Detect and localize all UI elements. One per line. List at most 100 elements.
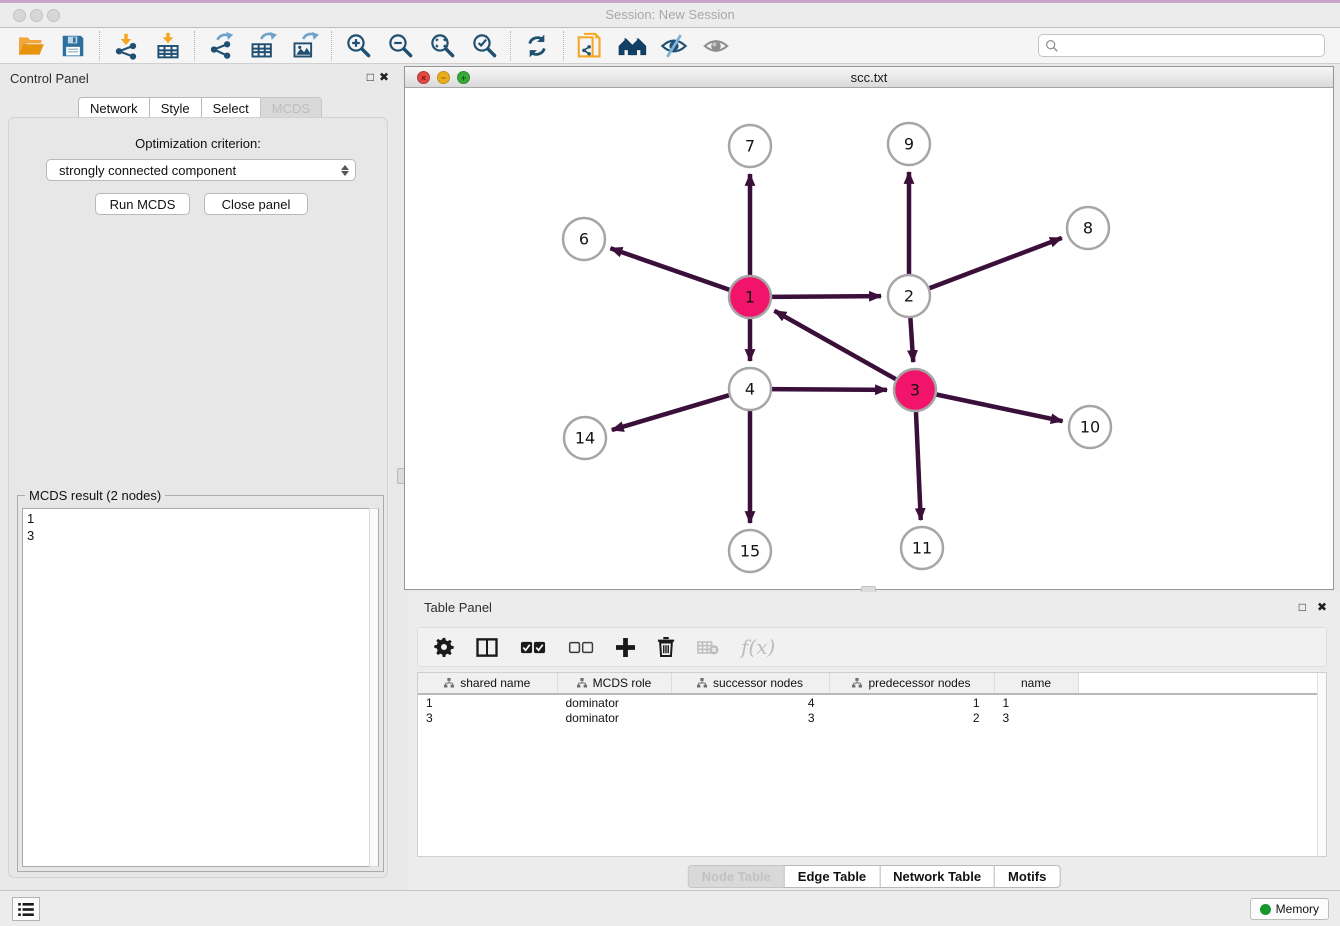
table-row[interactable]: 1dominator411 (418, 694, 1326, 710)
graph-edge-3-10[interactable] (935, 394, 1063, 421)
refresh-icon[interactable] (516, 30, 558, 62)
criterion-select[interactable]: strongly connected component (46, 159, 356, 181)
split-view-icon[interactable] (476, 634, 498, 660)
table-cell[interactable]: 1 (418, 694, 557, 710)
zoom-fit-icon[interactable] (421, 30, 463, 62)
graph-edge-2-8[interactable] (928, 238, 1062, 289)
mcds-result-legend: MCDS result (2 nodes) (25, 488, 165, 503)
open-session-icon[interactable] (10, 30, 52, 62)
toolbar-separator (99, 31, 100, 61)
zoom-selected-icon[interactable] (463, 30, 505, 62)
column-type-icon (852, 677, 862, 691)
close-table-panel-icon[interactable]: ✖ (1317, 601, 1327, 613)
column-label: name (1021, 676, 1051, 690)
graph-edge-3-1[interactable] (774, 311, 897, 380)
table-cell[interactable]: 3 (671, 710, 829, 726)
table-cell[interactable]: dominator (557, 710, 671, 726)
graph-node-label: 3 (910, 381, 920, 400)
criterion-selected-value: strongly connected component (59, 163, 341, 178)
table-cell[interactable]: 4 (671, 694, 829, 710)
list-icon (18, 903, 34, 916)
table-cell-filler (1078, 694, 1326, 710)
graph-node-label: 8 (1083, 219, 1093, 238)
column-label: shared name (460, 676, 530, 690)
column-header-mcds-role[interactable]: MCDS role (557, 673, 671, 694)
table-scrollbar[interactable] (1317, 673, 1326, 856)
network-view-window: × − + scc.txt 7968124314101511 (404, 66, 1334, 590)
add-column-icon[interactable] (616, 634, 635, 660)
select-all-checkboxes-icon[interactable] (520, 634, 546, 660)
delete-columns-trash-icon[interactable] (657, 634, 675, 660)
graph-node-label: 9 (904, 135, 914, 154)
graph-edge-4-3[interactable] (770, 389, 887, 390)
hide-graphics-details-icon[interactable] (653, 30, 695, 62)
mcds-result-text[interactable]: 1 3 (22, 508, 379, 867)
tab-network-table[interactable]: Network Table (879, 865, 994, 888)
graph-edge-1-2[interactable] (770, 296, 881, 297)
close-panel-button[interactable]: Close panel (204, 193, 308, 215)
column-settings-gear-icon[interactable] (434, 634, 454, 660)
tab-edge-table[interactable]: Edge Table (784, 865, 879, 888)
panel-selector-button[interactable] (12, 897, 40, 921)
graph-node-label: 2 (904, 287, 914, 306)
table-cell[interactable]: 1 (994, 694, 1078, 710)
zoom-in-icon[interactable] (337, 30, 379, 62)
toolbar-separator (563, 31, 564, 61)
search-box[interactable] (1038, 34, 1325, 57)
column-header-successor-nodes[interactable]: successor nodes (671, 673, 829, 694)
graph-edge-1-6[interactable] (610, 248, 731, 290)
table-panel-header: Table Panel □ ✖ (408, 592, 1340, 620)
table-header-row: shared name MCDS role successor nodes pr… (418, 673, 1326, 694)
deselect-all-checkboxes-icon[interactable] (568, 634, 594, 660)
memory-button[interactable]: Memory (1250, 898, 1329, 920)
show-graphics-details-icon[interactable] (695, 30, 737, 62)
save-session-icon[interactable] (52, 30, 94, 62)
result-scrollbar[interactable] (369, 508, 379, 867)
graph-edge-3-11[interactable] (916, 410, 921, 520)
close-panel-icon[interactable]: ✖ (379, 71, 389, 83)
control-panel-header: Control Panel □ ✖ (0, 64, 396, 90)
graph-node-label: 14 (575, 429, 595, 448)
float-panel-icon[interactable]: □ (367, 71, 374, 83)
network-canvas[interactable]: 7968124314101511 (405, 88, 1333, 589)
column-header-name[interactable]: name (994, 673, 1078, 694)
table-tabs: Node Table Edge Table Network Table Moti… (688, 865, 1061, 888)
run-mcds-button[interactable]: Run MCDS (95, 193, 190, 215)
import-table-icon[interactable] (147, 30, 189, 62)
toolbar-separator (510, 31, 511, 61)
float-table-panel-icon[interactable]: □ (1299, 601, 1306, 613)
status-bar: Memory (0, 890, 1340, 926)
table-cell[interactable]: 1 (829, 694, 994, 710)
table-cell[interactable]: 3 (994, 710, 1078, 726)
graph-edge-2-3[interactable] (910, 316, 913, 362)
search-input[interactable] (1059, 39, 1318, 53)
export-image-icon[interactable] (284, 30, 326, 62)
graph-node-label: 7 (745, 137, 755, 156)
node-table: shared name MCDS role successor nodes pr… (417, 672, 1327, 857)
column-type-icon (577, 677, 587, 691)
column-label: successor nodes (713, 676, 803, 690)
column-header-predecessor-nodes[interactable]: predecessor nodes (829, 673, 994, 694)
delete-table-icon[interactable] (697, 634, 719, 660)
optimization-criterion-label: Optimization criterion: (9, 136, 387, 151)
table-cell[interactable]: 3 (418, 710, 557, 726)
table-cell[interactable]: dominator (557, 694, 671, 710)
zoom-out-icon[interactable] (379, 30, 421, 62)
tab-motifs[interactable]: Motifs (994, 865, 1060, 888)
clone-network-icon[interactable] (569, 30, 611, 62)
table-row[interactable]: 3dominator323 (418, 710, 1326, 726)
network-window-titlebar[interactable]: × − + scc.txt (405, 67, 1333, 88)
graph-node-label: 10 (1080, 418, 1100, 437)
search-icon (1045, 39, 1059, 53)
function-builder-icon[interactable]: f(x) (741, 635, 775, 659)
export-network-icon[interactable] (200, 30, 242, 62)
window-title: Session: New Session (0, 7, 1340, 22)
tab-node-table[interactable]: Node Table (688, 865, 784, 888)
graph-edge-4-14[interactable] (612, 395, 731, 430)
table-cell[interactable]: 2 (829, 710, 994, 726)
export-table-icon[interactable] (242, 30, 284, 62)
home-icon[interactable] (611, 30, 653, 62)
select-stepper-icon (341, 165, 349, 176)
column-header-shared-name[interactable]: shared name (418, 673, 557, 694)
import-network-icon[interactable] (105, 30, 147, 62)
